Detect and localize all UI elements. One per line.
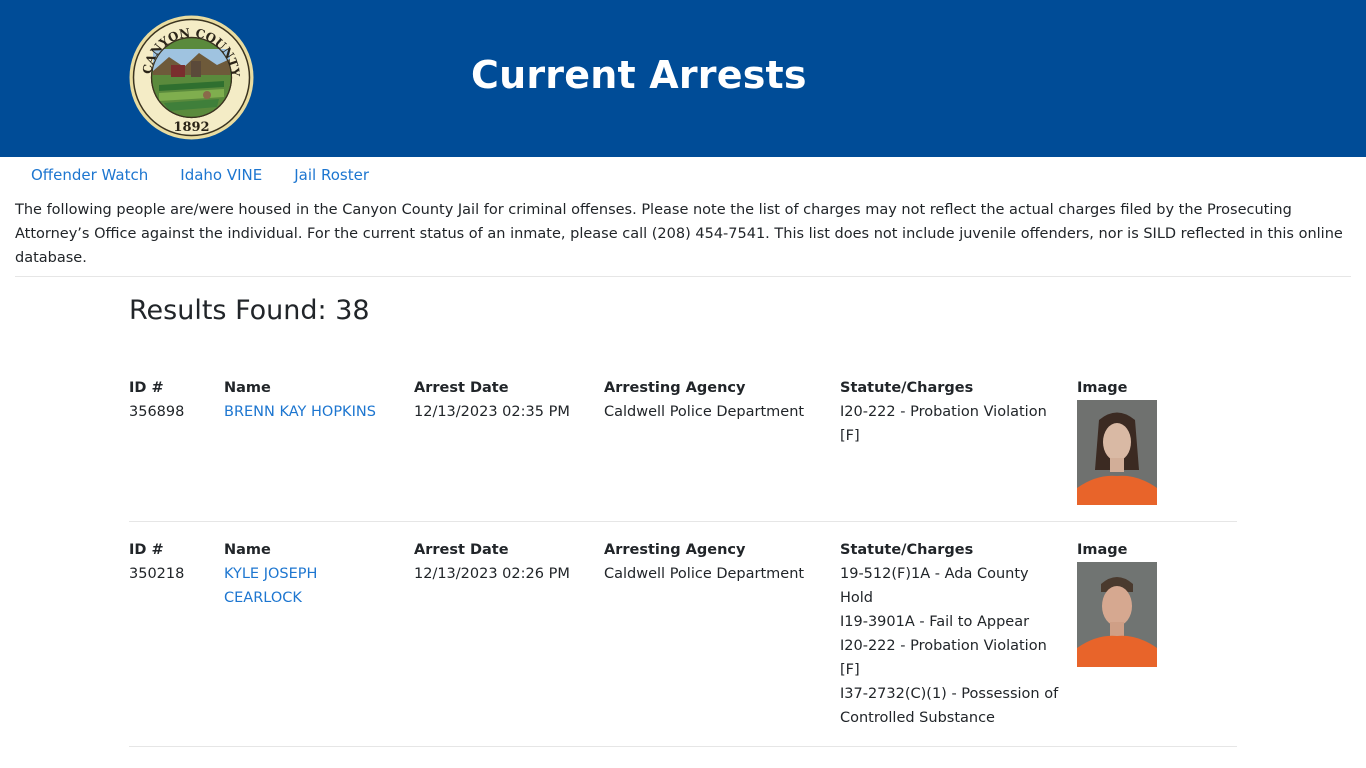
agency-column: Arresting Agency Caldwell Police Departm… [604, 376, 824, 424]
agency-label: Arresting Agency [604, 542, 746, 558]
agency-label: Arresting Agency [604, 380, 746, 396]
id-label: ID # [129, 542, 164, 558]
nav-link-idaho-vine[interactable]: Idaho VINE [180, 166, 262, 190]
top-nav: Offender Watch Idaho VINE Jail Roster [31, 166, 369, 190]
inmate-name-link[interactable]: BRENN KAY HOPKINS [224, 400, 394, 424]
charge-item: I20-222 - Probation Violation [F] [840, 404, 1047, 444]
arrest-record: ID # 350218 Name KYLE JOSEPH CEARLOCK Ar… [129, 538, 1237, 738]
id-label: ID # [129, 380, 164, 396]
inmate-id: 356898 [129, 404, 185, 420]
charges-label: Statute/Charges [840, 542, 974, 558]
disclaimer-text: The following people are/were housed in … [15, 202, 1343, 266]
svg-text:1892: 1892 [173, 120, 209, 135]
charge-item: I19-3901A - Fail to Appear [840, 614, 1030, 630]
county-seal-logo: CANYON COUNTY IDAHO 1892 [129, 15, 254, 140]
divider [15, 276, 1351, 277]
name-column: Name BRENN KAY HOPKINS [224, 376, 394, 424]
id-column: ID # 356898 [129, 376, 219, 424]
site-header: CANYON COUNTY IDAHO 1892 Current Arrests [0, 0, 1366, 157]
image-label: Image [1077, 542, 1128, 558]
name-label: Name [224, 380, 271, 396]
arrest-date-column: Arrest Date 12/13/2023 02:26 PM [414, 538, 594, 586]
record-divider [129, 521, 1237, 522]
mugshot-image[interactable] [1077, 400, 1157, 505]
arrest-date-label: Arrest Date [414, 542, 509, 558]
arresting-agency: Caldwell Police Department [604, 404, 805, 420]
arrest-date-column: Arrest Date 12/13/2023 02:35 PM [414, 376, 594, 424]
arrest-date-label: Arrest Date [414, 380, 509, 396]
name-label: Name [224, 542, 271, 558]
charges-column: Statute/Charges 19-512(F)1A - Ada County… [840, 538, 1060, 730]
name-column: Name KYLE JOSEPH CEARLOCK [224, 538, 394, 610]
id-column: ID # 350218 [129, 538, 219, 586]
inmate-id: 350218 [129, 566, 185, 582]
charge-item: 19-512(F)1A - Ada County Hold [840, 566, 1029, 606]
charges-column: Statute/Charges I20-222 - Probation Viol… [840, 376, 1060, 448]
arresting-agency: Caldwell Police Department [604, 566, 805, 582]
image-column: Image [1077, 538, 1167, 667]
inmate-name-link[interactable]: KYLE JOSEPH CEARLOCK [224, 562, 334, 610]
image-label: Image [1077, 380, 1128, 396]
agency-column: Arresting Agency Caldwell Police Departm… [604, 538, 824, 586]
charge-item: I37-2732(C)(1) - Possession of Controlle… [840, 686, 1059, 726]
charge-item: I20-222 - Probation Violation [F] [840, 638, 1047, 678]
arrest-date: 12/13/2023 02:35 PM [414, 404, 570, 420]
charges-label: Statute/Charges [840, 380, 974, 396]
nav-link-jail-roster[interactable]: Jail Roster [294, 166, 369, 190]
results-count: Results Found: 38 [129, 295, 370, 326]
mugshot-image[interactable] [1077, 562, 1157, 667]
record-divider [129, 746, 1237, 747]
arrest-date: 12/13/2023 02:26 PM [414, 566, 570, 582]
arrest-record: ID # 356898 Name BRENN KAY HOPKINS Arres… [129, 376, 1237, 506]
image-column: Image [1077, 376, 1167, 505]
page-title: Current Arrests [471, 53, 807, 97]
nav-link-offender-watch[interactable]: Offender Watch [31, 166, 148, 190]
